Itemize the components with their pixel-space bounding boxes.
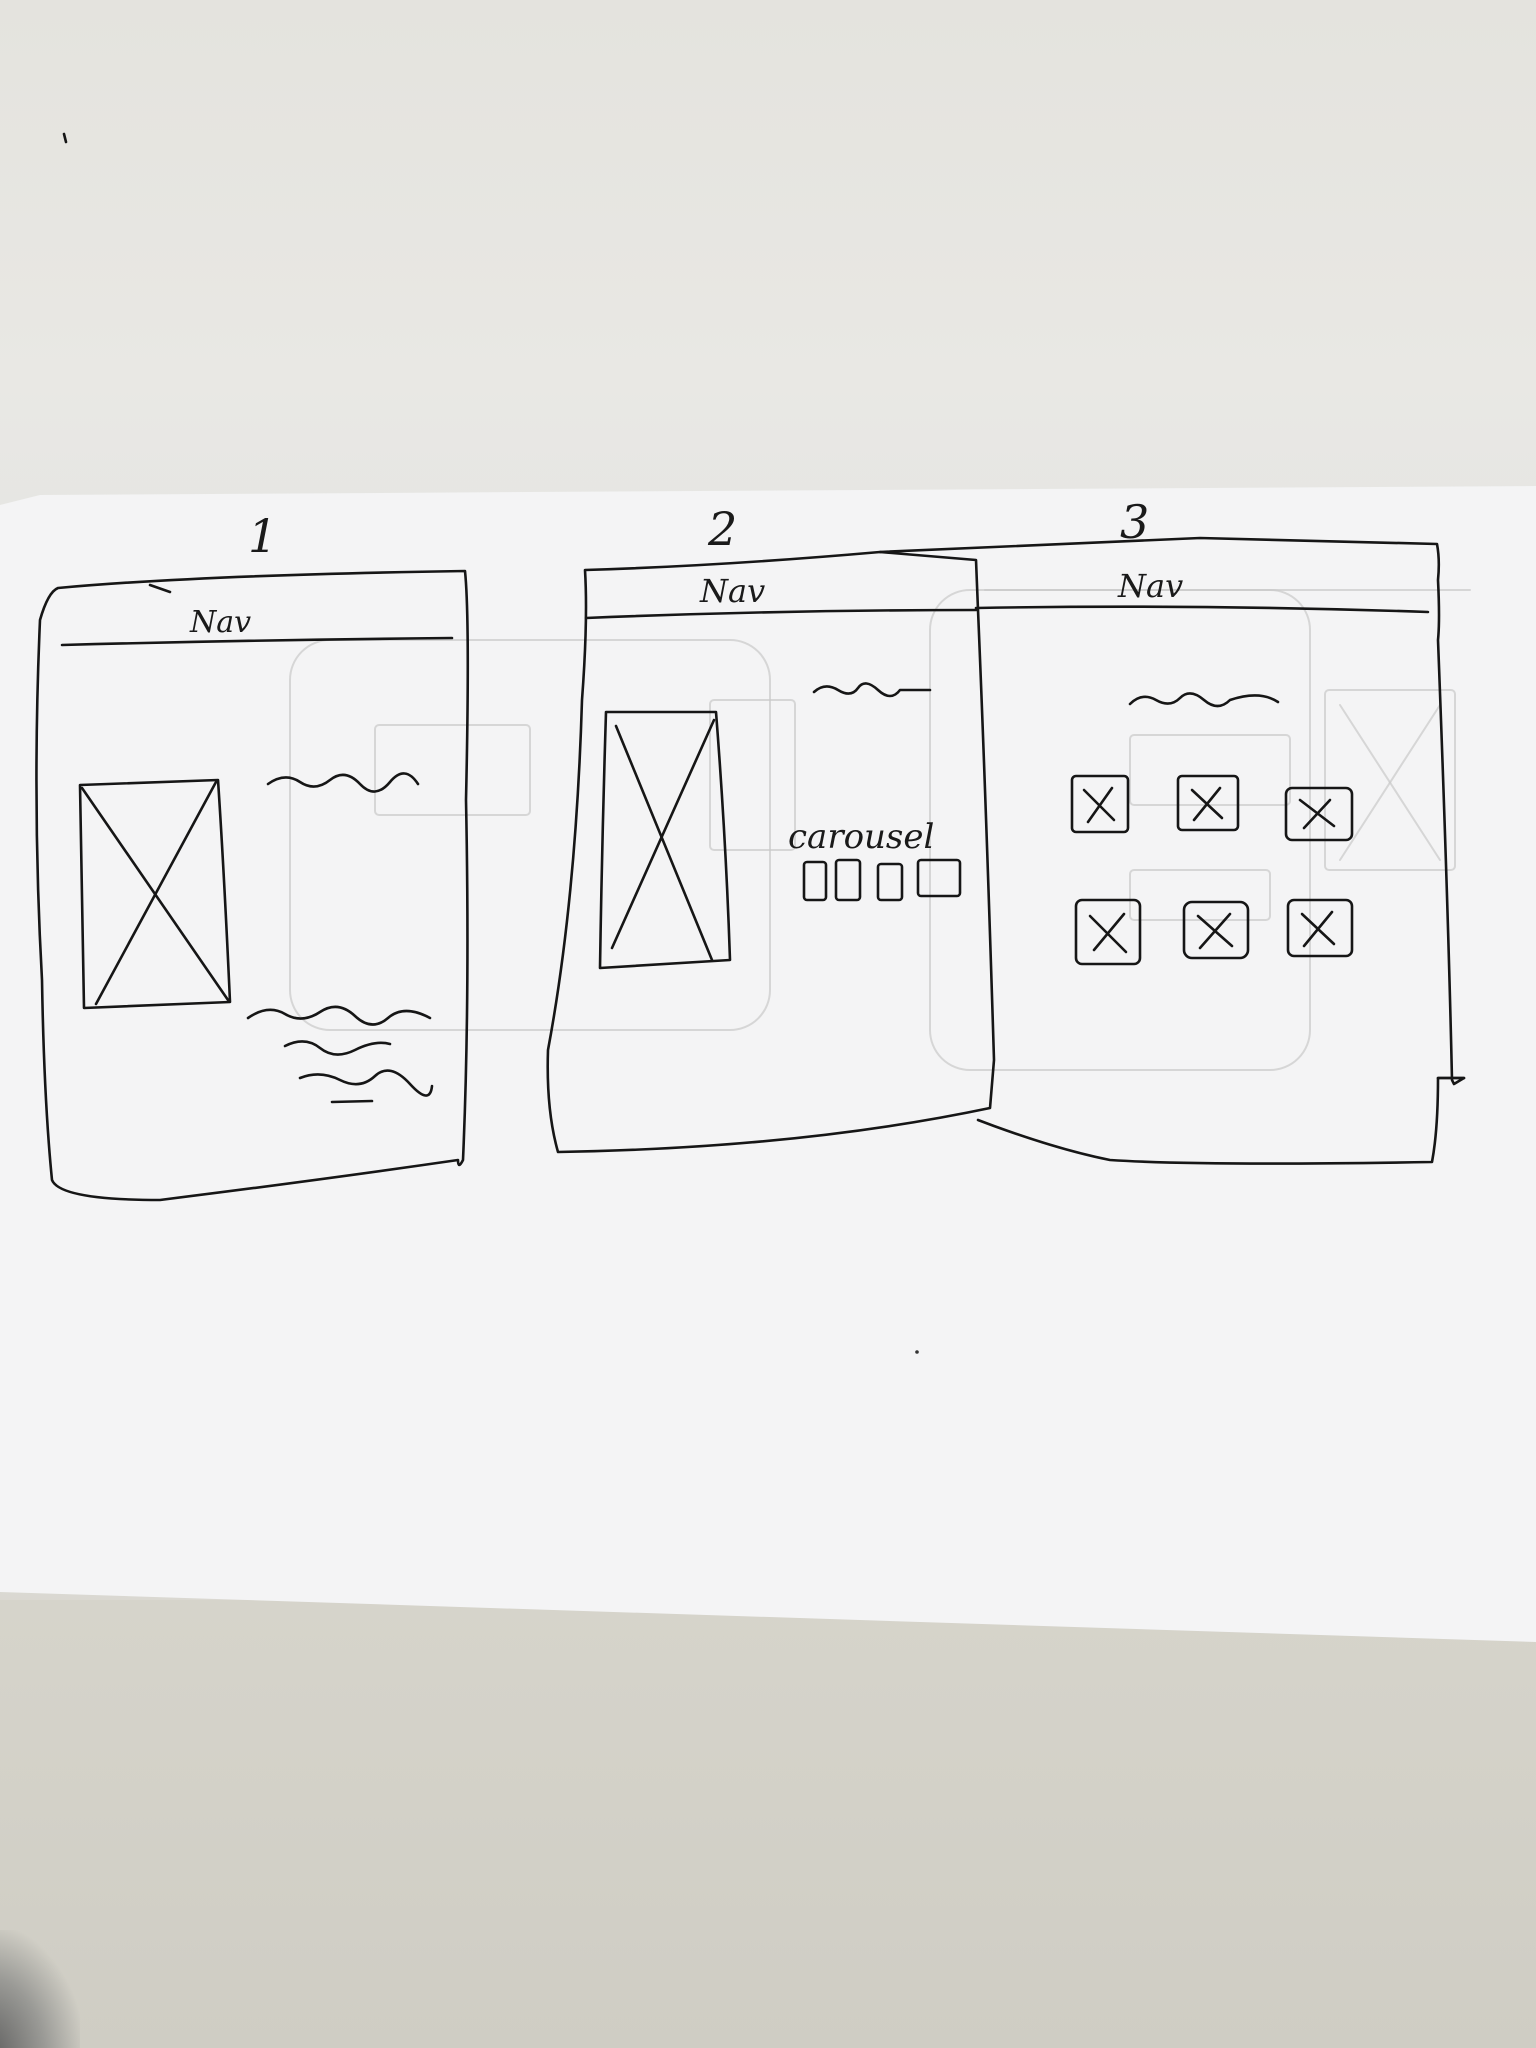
carousel-item bbox=[876, 862, 904, 902]
stray-marks bbox=[62, 132, 919, 1354]
grid-tile bbox=[1182, 900, 1250, 960]
wireframe-2-carousel-items bbox=[802, 858, 962, 902]
grid-tile bbox=[1284, 786, 1354, 842]
wireframe-1-frame bbox=[35, 569, 470, 1202]
wireframe-1: 1 Nav bbox=[35, 509, 470, 1202]
carousel-item bbox=[834, 858, 862, 902]
carousel-item bbox=[802, 860, 828, 902]
photo-scene: 1 Nav 2 Nav carousel 3 Nav bbox=[0, 0, 1536, 2048]
carousel-item bbox=[916, 858, 962, 898]
wireframe-3: 3 Nav bbox=[878, 495, 1466, 1165]
wireframe-2-nav-label: Nav bbox=[699, 572, 765, 610]
wireframe-1-nav-label: Nav bbox=[189, 605, 251, 640]
wireframe-2-carousel-label: carousel bbox=[788, 817, 934, 857]
wireframe-1-text-scribble bbox=[246, 1005, 434, 1104]
grid-tile bbox=[1286, 898, 1354, 958]
wireframe-3-nav-divider bbox=[974, 605, 1430, 614]
wireframe-1-nav-divider bbox=[60, 636, 454, 647]
grid-tile bbox=[1070, 774, 1130, 834]
wireframe-sketch: 1 Nav 2 Nav carousel 3 Nav bbox=[35, 132, 1471, 1354]
wireframe-2-heading-scribble bbox=[812, 682, 932, 698]
wireframe-3-heading-scribble bbox=[1128, 692, 1280, 708]
grid-tile bbox=[1176, 774, 1240, 832]
wireframe-1-image-placeholder bbox=[78, 778, 232, 1010]
wireframe-2-number: 2 bbox=[707, 502, 737, 556]
wireframe-2-nav-divider bbox=[584, 608, 978, 620]
wireframe-1-number: 1 bbox=[248, 509, 277, 563]
wireframe-3-nav-label: Nav bbox=[1117, 567, 1183, 605]
